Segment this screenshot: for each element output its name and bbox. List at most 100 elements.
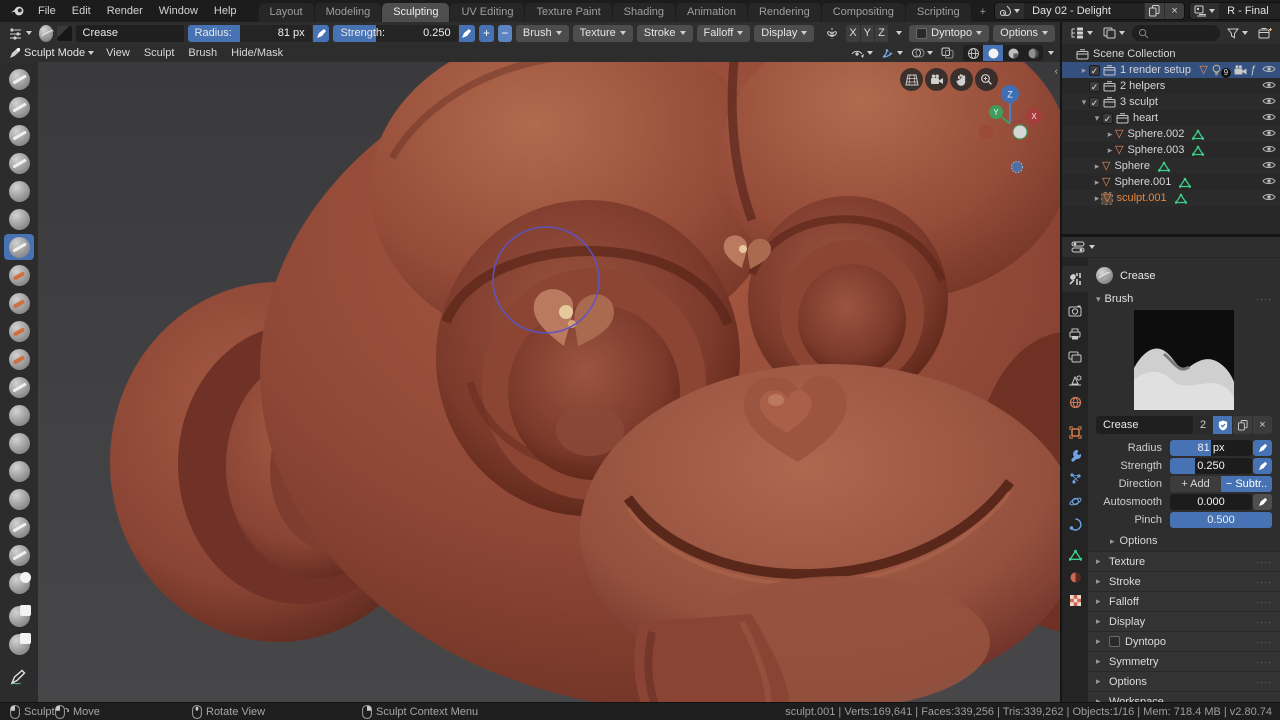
- properties-tab-world[interactable]: [1062, 391, 1088, 414]
- panel-drag-handle[interactable]: ····: [1256, 657, 1272, 667]
- direction-add-button[interactable]: +: [479, 24, 494, 42]
- tool-rotate-button[interactable]: [4, 542, 34, 568]
- options-dropdown[interactable]: Options: [993, 24, 1056, 42]
- workspace-tab-scripting[interactable]: Scripting: [905, 3, 971, 22]
- tool-blob-button[interactable]: [4, 206, 34, 232]
- outliner-row-scene-collection[interactable]: Scene Collection: [1062, 46, 1280, 62]
- panel-workspace-header[interactable]: ▸ Workspace ····: [1088, 691, 1280, 702]
- expand-toggle[interactable]: ▸: [1079, 65, 1089, 76]
- duplicate-brush-button[interactable]: [1233, 416, 1252, 434]
- workspace-tab-animation[interactable]: Animation: [676, 3, 747, 22]
- outliner-filter-button[interactable]: [1224, 25, 1251, 42]
- workspace-tab-texture-paint[interactable]: Texture Paint: [525, 3, 612, 22]
- gizmo-x-neg[interactable]: [979, 125, 993, 139]
- tool-mask-button[interactable]: [4, 570, 34, 596]
- outliner-row-heart[interactable]: ▾ ✓ heart: [1062, 110, 1280, 126]
- panel-symmetry-header[interactable]: ▸ Symmetry ····: [1088, 651, 1280, 671]
- properties-tab-constraints[interactable]: [1062, 513, 1088, 536]
- tool-layer-button[interactable]: [4, 150, 34, 176]
- falloff-dropdown[interactable]: Falloff: [696, 24, 751, 42]
- symmetry-y-toggle[interactable]: Y: [860, 24, 875, 42]
- dyntopo-toggle[interactable]: Dyntopo: [909, 24, 990, 42]
- expand-toggle[interactable]: ▸: [1105, 145, 1115, 156]
- outliner-display-mode-button[interactable]: [1100, 25, 1128, 42]
- viewport-3d[interactable]: Sculpt Mode ViewSculptBrushHide/Mask: [0, 44, 1060, 702]
- properties-tab-modifiers[interactable]: [1062, 444, 1088, 467]
- tool-pinch-button[interactable]: [4, 374, 34, 400]
- new-scene-button[interactable]: [1144, 3, 1165, 19]
- tool-clay-button[interactable]: [4, 94, 34, 120]
- properties-tab-tool[interactable]: [1062, 266, 1088, 292]
- collection-checkbox[interactable]: ✓: [1089, 80, 1100, 92]
- tool-grab-button[interactable]: [4, 402, 34, 428]
- scene-icon[interactable]: [995, 3, 1025, 19]
- overlays-dropdown[interactable]: [908, 46, 936, 60]
- tool-thumb-button[interactable]: [4, 486, 34, 512]
- properties-tab-data[interactable]: [1062, 543, 1088, 566]
- stroke-dropdown[interactable]: Stroke: [636, 24, 693, 42]
- panel-texture-header[interactable]: ▸ Texture ····: [1088, 551, 1280, 571]
- panel-options-header[interactable]: ▸ Options ····: [1088, 671, 1280, 691]
- viewport-menu-brush[interactable]: Brush: [181, 46, 224, 60]
- outliner-row-1-render-setup[interactable]: ▸ ✓ 1 render setup ▽ 9 ƒ: [1062, 62, 1280, 78]
- autosmooth-pressure-button[interactable]: [1253, 493, 1272, 510]
- hide-in-viewport-toggle[interactable]: [1262, 64, 1276, 77]
- brush-dropdown[interactable]: Brush: [515, 24, 569, 42]
- strength-pressure-button[interactable]: [458, 24, 476, 42]
- menu-window[interactable]: Window: [151, 3, 206, 19]
- mode-selector[interactable]: Sculpt Mode: [6, 45, 97, 62]
- shading-wireframe-button[interactable]: [963, 45, 983, 61]
- outliner-row-sphere-003[interactable]: ▸ ▽ Sphere.003: [1062, 142, 1280, 158]
- sculpt-model-canvas[interactable]: [0, 62, 1060, 702]
- workspace-tab-layout[interactable]: Layout: [258, 3, 314, 22]
- gizmos-toggle[interactable]: [878, 46, 906, 60]
- xray-toggle[interactable]: [938, 46, 957, 60]
- shading-material-button[interactable]: [1003, 45, 1023, 61]
- properties-tab-material[interactable]: [1062, 566, 1088, 589]
- add-workspace-button[interactable]: +: [972, 3, 994, 22]
- panel-drag-handle[interactable]: ····: [1256, 637, 1272, 647]
- direction-option-0[interactable]: + Add: [1170, 475, 1221, 492]
- outliner-editor-type-button[interactable]: [1067, 25, 1096, 42]
- brush-options-subsection[interactable]: ▸ Options: [1088, 529, 1280, 551]
- panel-drag-handle[interactable]: ····: [1256, 294, 1272, 304]
- viewport-menu-view[interactable]: View: [99, 46, 137, 60]
- viewport-menu-hide-mask[interactable]: Hide/Mask: [224, 46, 290, 60]
- panel-stroke-header[interactable]: ▸ Stroke ····: [1088, 571, 1280, 591]
- properties-tab-scene[interactable]: [1062, 368, 1088, 391]
- tool-flatten-button[interactable]: [4, 290, 34, 316]
- outliner-row-sphere[interactable]: ▸ ▽ Sphere: [1062, 158, 1280, 174]
- active-brush-icon[interactable]: [39, 24, 54, 42]
- tool-crease-button[interactable]: [4, 234, 34, 260]
- strength-slider[interactable]: 0.250: [1170, 457, 1252, 474]
- properties-tab-particles[interactable]: [1062, 467, 1088, 490]
- workspace-tab-rendering[interactable]: Rendering: [747, 3, 821, 22]
- properties-tab-object[interactable]: [1062, 421, 1088, 444]
- expand-toggle[interactable]: ▸: [1092, 161, 1102, 172]
- workspace-tab-compositing[interactable]: Compositing: [821, 3, 905, 22]
- orbit-sphere-icon[interactable]: [1010, 160, 1024, 174]
- expand-toggle[interactable]: ▸: [1105, 129, 1115, 140]
- display-dropdown[interactable]: Display: [754, 24, 815, 42]
- shading-rendered-button[interactable]: [1023, 45, 1043, 61]
- brush-name-field[interactable]: Crease: [75, 24, 184, 42]
- autosmooth-slider[interactable]: 0.000: [1170, 493, 1252, 510]
- tool-snake-hook-button[interactable]: [4, 458, 34, 484]
- hide-in-viewport-toggle[interactable]: [1262, 80, 1276, 93]
- shading-solid-button[interactable]: [983, 45, 1003, 61]
- properties-tab-view-layer[interactable]: [1062, 345, 1088, 368]
- properties-tab-texture[interactable]: [1062, 589, 1088, 612]
- expand-toggle[interactable]: ▾: [1092, 113, 1102, 124]
- unlink-scene-button[interactable]: ×: [1164, 3, 1185, 19]
- properties-tab-output[interactable]: [1062, 322, 1088, 345]
- radius-pressure-button[interactable]: [1253, 439, 1272, 456]
- toggle-projection-button[interactable]: [900, 68, 923, 91]
- scene-name[interactable]: Day 02 - Delight: [1024, 5, 1144, 17]
- expand-toggle[interactable]: ▸: [1092, 193, 1102, 204]
- properties-editor-type-button[interactable]: [1068, 239, 1098, 256]
- tool-box-mask-button[interactable]: [4, 603, 34, 629]
- panel-dyntopo-header[interactable]: ▸ Dyntopo ····: [1088, 631, 1280, 651]
- radius-slider[interactable]: Radius: 81 px: [187, 24, 312, 42]
- symmetry-z-toggle[interactable]: Z: [874, 24, 890, 42]
- workspace-tab-shading[interactable]: Shading: [612, 3, 676, 22]
